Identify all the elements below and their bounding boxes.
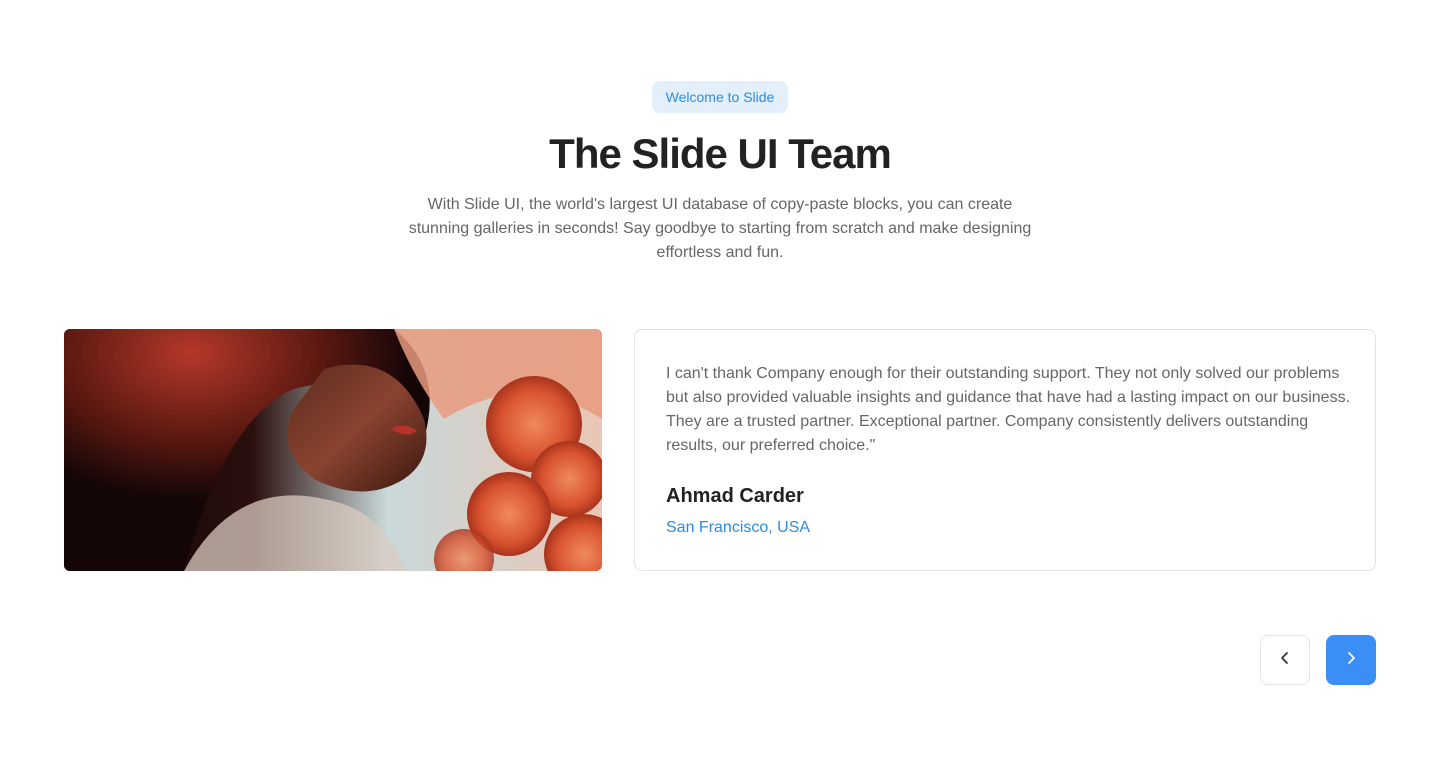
testimonial-card: I can't thank Company enough for their o…: [634, 329, 1376, 571]
testimonial-photo: [64, 329, 602, 571]
author-location: San Francisco, USA: [666, 519, 811, 536]
testimonial-section: Welcome to Slide The Slide UI Team With …: [0, 0, 1440, 765]
next-button[interactable]: [1326, 635, 1376, 685]
previous-button[interactable]: [1260, 635, 1310, 685]
welcome-badge: Welcome to Slide: [652, 81, 788, 113]
chevron-right-icon: [1343, 650, 1359, 671]
author-name: Ahmad Carder: [666, 485, 804, 507]
chevron-left-icon: [1277, 650, 1293, 671]
page-title: The Slide UI Team: [549, 130, 892, 177]
testimonial-quote: I can't thank Company enough for their o…: [666, 365, 1351, 454]
page-subtitle: With Slide UI, the world's largest UI da…: [408, 196, 1032, 261]
